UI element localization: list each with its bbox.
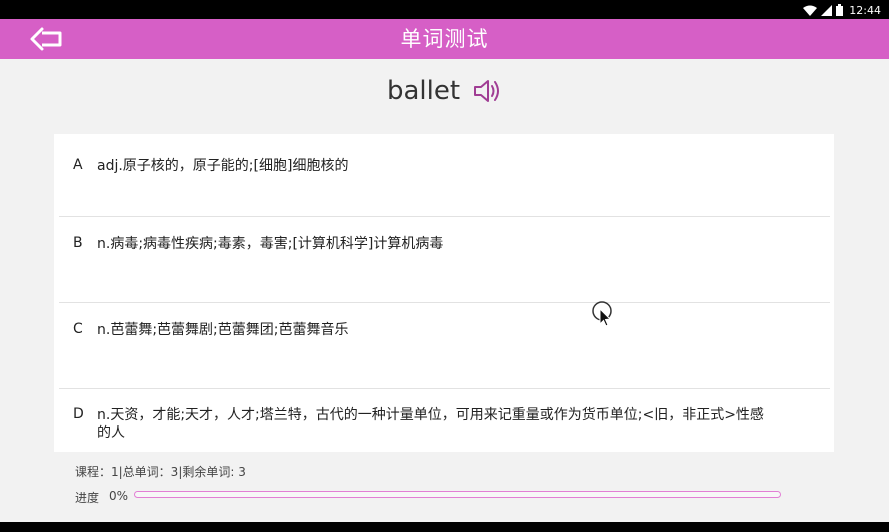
wifi-icon	[803, 5, 818, 16]
status-time: 12:44	[849, 3, 881, 17]
option-a[interactable]: A adj.原子核的，原子能的;[细胞]细胞核的	[54, 157, 834, 215]
option-letter: C	[73, 321, 83, 337]
word-row: ballet	[0, 73, 889, 109]
option-divider	[59, 216, 830, 217]
navigation-bar	[0, 522, 889, 532]
option-definition: n.天资，才能;天才，人才;塔兰特，古代的一种计量单位，可用来记重量或作为货币单…	[97, 407, 764, 441]
status-icons: 12:44	[803, 3, 881, 17]
option-letter: B	[73, 235, 83, 251]
options-card: A adj.原子核的，原子能的;[细胞]细胞核的 B n.病毒;病毒性疾病;毒素…	[54, 134, 834, 452]
signal-icon	[821, 4, 833, 16]
option-definition: adj.原子核的，原子能的;[细胞]细胞核的	[97, 158, 349, 174]
progress-percent: 0%	[109, 489, 129, 503]
option-letter: A	[73, 157, 83, 173]
option-divider	[59, 302, 830, 303]
app-bar: 单词测试	[0, 19, 889, 59]
progress-bar	[134, 491, 781, 498]
option-definition: n.病毒;病毒性疾病;毒素，毒害;[计算机科学]计算机病毒	[97, 236, 444, 252]
quiz-word: ballet	[386, 76, 461, 106]
option-definition: n.芭蕾舞;芭蕾舞剧;芭蕾舞团;芭蕾舞音乐	[97, 322, 349, 338]
option-b[interactable]: B n.病毒;病毒性疾病;毒素，毒害;[计算机科学]计算机病毒	[54, 235, 834, 301]
option-c[interactable]: C n.芭蕾舞;芭蕾舞剧;芭蕾舞团;芭蕾舞音乐	[54, 321, 834, 387]
course-info: 课程：1|总单词：3|剩余单词: 3	[75, 465, 246, 479]
speaker-icon[interactable]	[472, 77, 502, 105]
status-bar: 12:44	[0, 0, 889, 19]
quiz-content: ballet A adj.原子核的，原子能的;[细胞]细胞核的 B n.病毒;病…	[0, 59, 889, 522]
progress-label: 进度	[75, 491, 100, 505]
option-letter: D	[73, 406, 84, 422]
option-divider	[59, 388, 830, 389]
battery-icon	[836, 4, 844, 16]
mouse-cursor-icon	[592, 301, 612, 327]
page-title: 单词测试	[400, 27, 489, 51]
option-d[interactable]: D n.天资，才能;天才，人才;塔兰特，古代的一种计量单位，可用来记重量或作为货…	[54, 406, 834, 450]
